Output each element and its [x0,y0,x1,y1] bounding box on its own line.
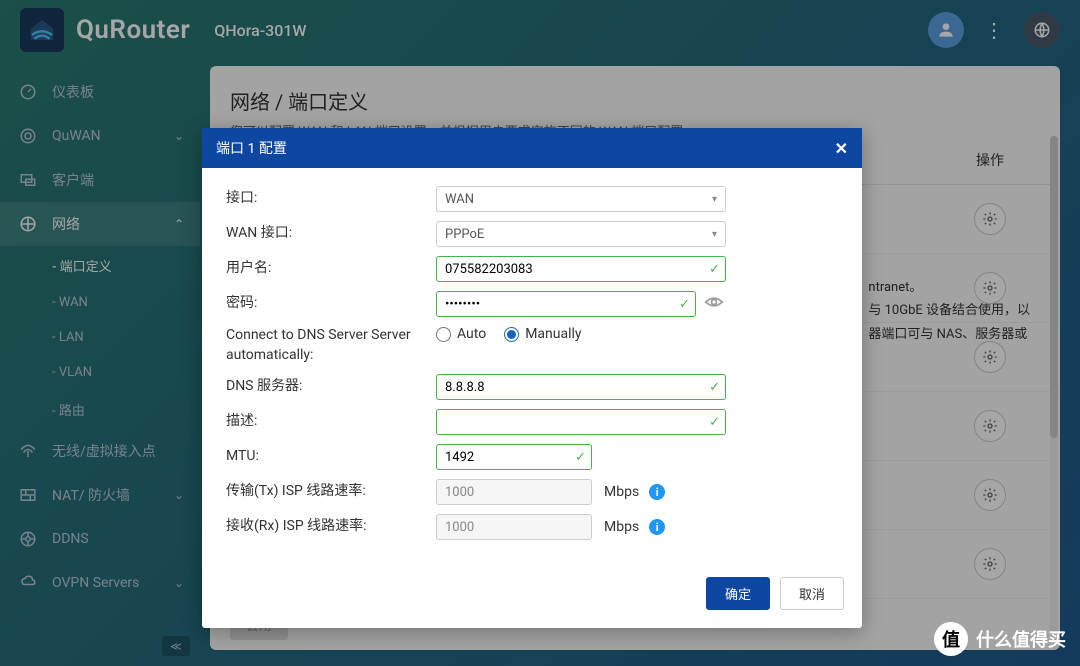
eye-icon[interactable] [704,292,724,316]
check-icon: ✓ [679,297,690,312]
password-input[interactable] [436,291,696,317]
ok-button[interactable]: 确定 [706,577,770,610]
rx-input[interactable] [436,514,592,540]
mtu-input[interactable] [436,444,592,470]
check-icon: ✓ [709,380,720,395]
label-dns-auto: Connect to DNS Server Server automatical… [226,326,436,365]
info-icon[interactable]: i [649,484,665,500]
unit-mbps: Mbps [604,484,639,500]
port-config-dialog: 端口 1 配置 ✕ 接口: WAN ▾ WAN 接口: PPPoE ▾ 用户名: [202,128,862,628]
caret-icon: ▾ [712,229,717,240]
dialog-title: 端口 1 配置 [216,138,287,158]
check-icon: ✓ [575,450,586,465]
info-icon[interactable]: i [649,519,665,535]
label-rx: 接收(Rx) ISP 线路速率: [226,517,436,537]
watermark: 值 什么值得买 [934,622,1066,656]
label-interface: 接口: [226,189,436,209]
tx-input[interactable] [436,479,592,505]
watermark-icon: 值 [934,622,968,656]
caret-icon: ▾ [712,194,717,205]
radio-manual[interactable]: Manually [504,326,581,342]
cancel-button[interactable]: 取消 [780,577,844,610]
label-wan-if: WAN 接口: [226,224,436,244]
unit-mbps: Mbps [604,519,639,535]
label-username: 用户名: [226,259,436,279]
check-icon: ✓ [709,415,720,430]
dns-server-input[interactable] [436,374,726,400]
wan-if-select[interactable]: PPPoE ▾ [436,221,726,247]
label-tx: 传输(Tx) ISP 线路速率: [226,482,436,502]
label-password: 密码: [226,294,436,314]
username-input[interactable] [436,256,726,282]
label-desc: 描述: [226,412,436,432]
check-icon: ✓ [709,262,720,277]
close-icon[interactable]: ✕ [835,139,848,158]
label-dns-server: DNS 服务器: [226,377,436,397]
interface-select[interactable]: WAN ▾ [436,186,726,212]
dialog-header: 端口 1 配置 ✕ [202,128,862,168]
radio-auto[interactable]: Auto [436,326,486,342]
desc-input[interactable] [436,409,726,435]
label-mtu: MTU: [226,447,436,467]
